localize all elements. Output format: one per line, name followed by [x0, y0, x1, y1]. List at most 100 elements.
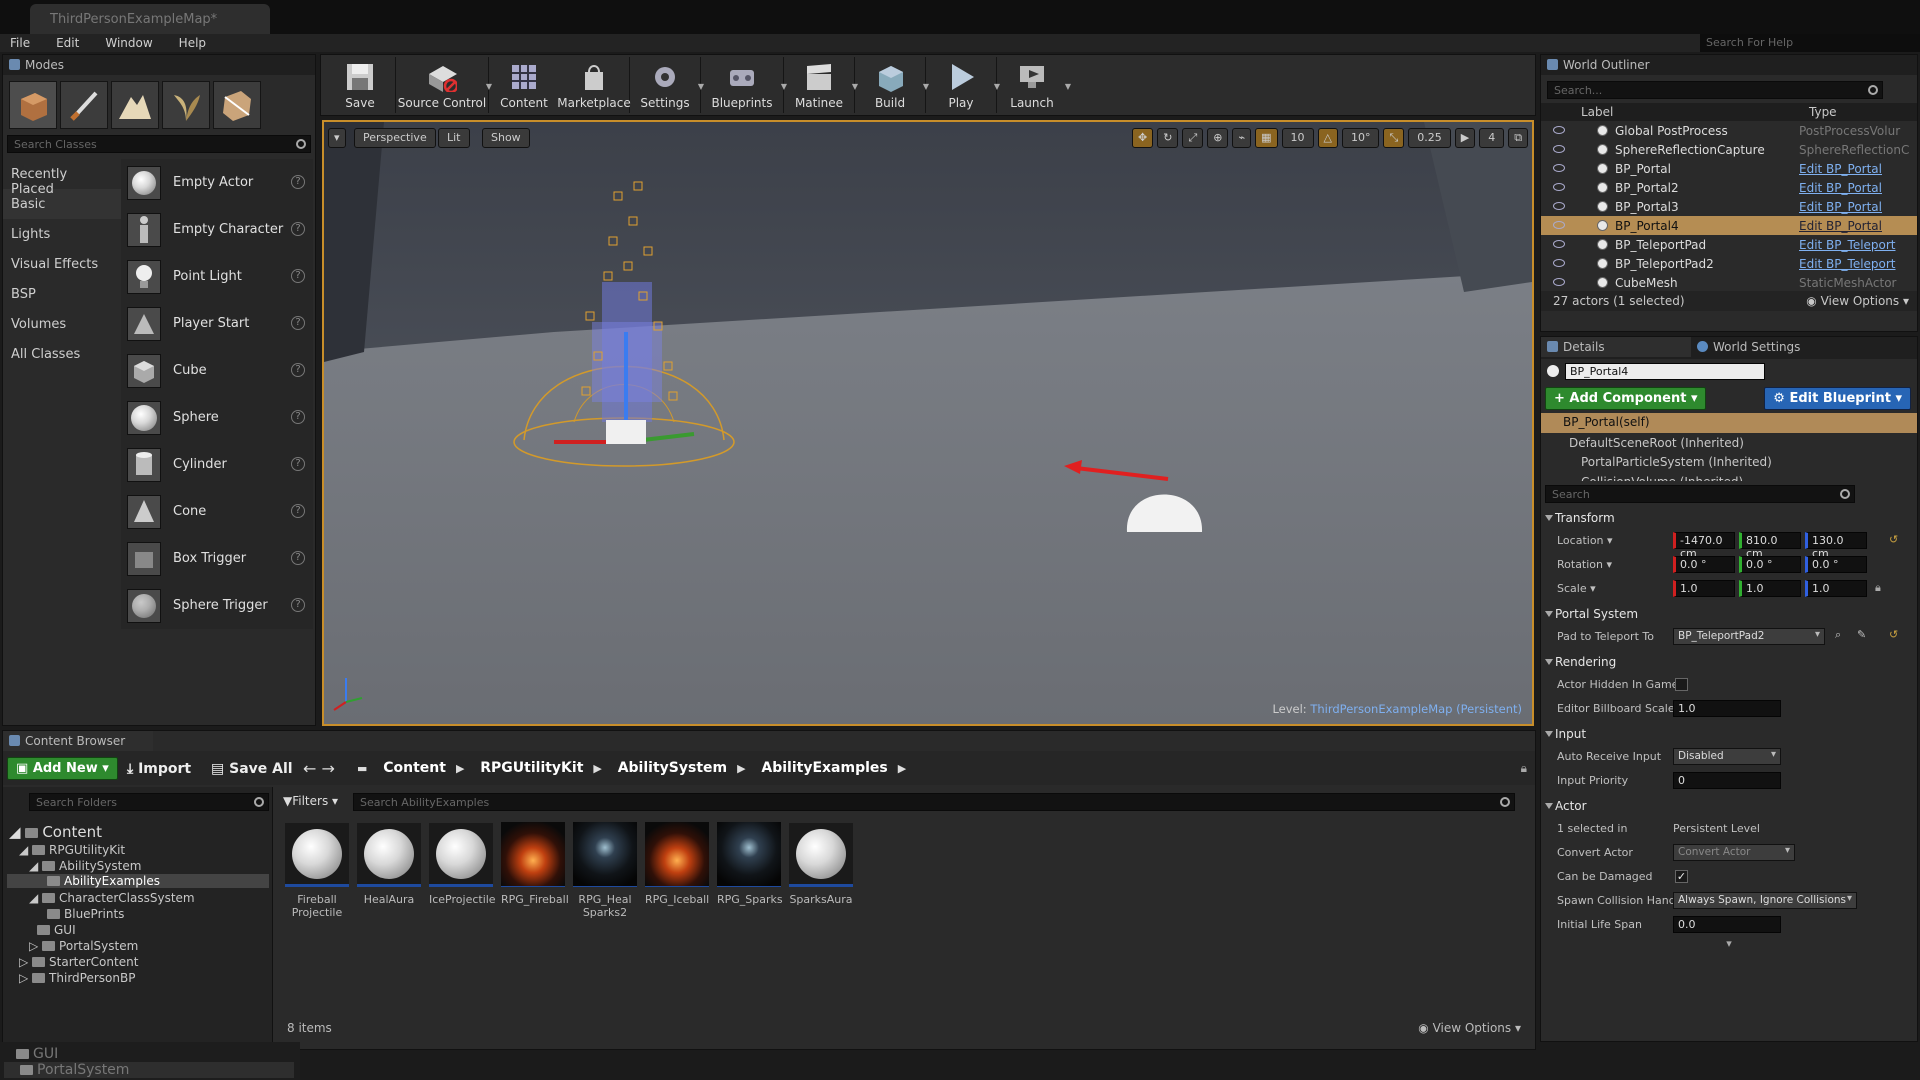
- visibility-eye-icon[interactable]: [1553, 202, 1565, 210]
- outliner-row[interactable]: BP_Portal Edit BP_Portal: [1541, 159, 1917, 178]
- outliner-row[interactable]: BP_TeleportPad Edit BP_Teleport: [1541, 235, 1917, 254]
- edit-blueprint-button[interactable]: ⚙ Edit Blueprint ▾: [1764, 387, 1911, 410]
- scale-y[interactable]: 1.0: [1739, 580, 1801, 597]
- help-icon[interactable]: ?: [291, 457, 305, 471]
- rotation-x[interactable]: 0.0 °: [1673, 556, 1735, 573]
- settings-button[interactable]: Settings ▼: [630, 56, 704, 114]
- outliner-row-type[interactable]: Edit BP_Portal: [1799, 200, 1882, 214]
- tree-rpgutilitykit[interactable]: ◢ RPGUtilityKit: [19, 843, 125, 857]
- filters-button[interactable]: ▼Filters ▾: [283, 794, 338, 808]
- help-icon[interactable]: ?: [291, 410, 305, 424]
- outliner-row[interactable]: BP_Portal3 Edit BP_Portal: [1541, 197, 1917, 216]
- outliner-row-type[interactable]: Edit BP_Portal: [1799, 219, 1882, 233]
- input-priority-field[interactable]: 0: [1673, 772, 1781, 789]
- tree-startercontent[interactable]: ▷ StarterContent: [19, 955, 138, 969]
- category-lights[interactable]: Lights: [3, 219, 121, 249]
- tree-abilitysystem[interactable]: ◢ AbilitySystem: [29, 859, 141, 873]
- content-browser-tab[interactable]: Content Browser: [3, 731, 153, 751]
- convert-actor-dropdown[interactable]: Convert Actor: [1673, 844, 1795, 861]
- rotation-y[interactable]: 0.0 °: [1739, 556, 1801, 573]
- landscape-mode-button[interactable]: [111, 81, 159, 129]
- lit-button[interactable]: Lit: [438, 128, 470, 148]
- visibility-eye-icon[interactable]: [1553, 259, 1565, 267]
- rotation-z[interactable]: 0.0 °: [1805, 556, 1867, 573]
- translate-icon[interactable]: ✥: [1132, 128, 1154, 148]
- window-title-tab[interactable]: ThirdPersonExampleMap*: [30, 4, 270, 34]
- tree-abilityexamples[interactable]: AbilityExamples: [7, 874, 269, 888]
- component-default-scene-root[interactable]: DefaultSceneRoot (Inherited): [1541, 433, 1917, 453]
- auto-receive-input-dropdown[interactable]: Disabled: [1673, 748, 1781, 765]
- camera-speed-icon[interactable]: ▶: [1454, 128, 1476, 148]
- breadcrumb-content[interactable]: Content: [383, 760, 446, 776]
- help-icon[interactable]: ?: [291, 551, 305, 565]
- visibility-eye-icon[interactable]: [1553, 278, 1565, 286]
- actor-section-header[interactable]: Actor: [1541, 795, 1917, 817]
- save-all-button[interactable]: ▤ Save All: [211, 761, 293, 777]
- visibility-eye-icon[interactable]: [1553, 145, 1565, 153]
- scale-snap-value[interactable]: 0.25: [1408, 128, 1451, 148]
- tree-blueprints[interactable]: BluePrints: [47, 907, 124, 921]
- outliner-row-type[interactable]: Edit BP_Teleport: [1799, 257, 1896, 271]
- asset-tile[interactable]: HealAura: [357, 823, 421, 906]
- perspective-button[interactable]: Perspective: [354, 128, 436, 148]
- world-local-icon[interactable]: ⊕: [1207, 128, 1229, 148]
- asset-tile[interactable]: Fireball Projectile: [285, 823, 349, 919]
- launch-button[interactable]: Launch ▼: [997, 56, 1071, 114]
- category-bsp[interactable]: BSP: [3, 279, 121, 309]
- add-component-button[interactable]: + Add Component ▾: [1545, 387, 1707, 410]
- help-icon[interactable]: ?: [291, 269, 305, 283]
- place-item-cube[interactable]: Cube?: [121, 347, 313, 394]
- place-item-cone[interactable]: Cone?: [121, 488, 313, 535]
- tree-characterclasssystem[interactable]: ◢ CharacterClassSystem: [29, 891, 195, 905]
- lock-icon[interactable]: 🔒︎: [1521, 761, 1527, 776]
- rotation-label[interactable]: Rotation ▾: [1557, 558, 1612, 571]
- place-item-sphere-trigger[interactable]: Sphere Trigger?: [121, 582, 313, 629]
- spawn-collision-dropdown[interactable]: Always Spawn, Ignore Collisions: [1673, 892, 1857, 909]
- rendering-section-header[interactable]: Rendering: [1541, 651, 1917, 673]
- back-arrow-icon[interactable]: ←: [303, 759, 316, 778]
- menu-window[interactable]: Window: [105, 34, 152, 52]
- menu-help[interactable]: Help: [179, 34, 206, 52]
- actor-hidden-checkbox[interactable]: [1675, 678, 1688, 691]
- scale-icon[interactable]: ⤢: [1182, 128, 1204, 148]
- level-viewport[interactable]: ▾ Perspective Lit Show ✥ ↻ ⤢ ⊕ ⌁ ▦ 10 △ …: [322, 120, 1534, 726]
- outliner-row[interactable]: SphereReflectionCapture SphereReflectionC: [1541, 140, 1917, 159]
- rotation-snap-icon[interactable]: △: [1317, 128, 1338, 148]
- viewport-options-button[interactable]: ▾: [328, 128, 346, 148]
- bottom-tree-gui[interactable]: GUI: [16, 1046, 58, 1062]
- visibility-eye-icon[interactable]: [1553, 240, 1565, 248]
- outliner-view-options[interactable]: ◉ View Options ▾: [1806, 294, 1909, 308]
- outliner-row[interactable]: BP_Portal4 Edit BP_Portal: [1541, 216, 1917, 235]
- maximize-icon[interactable]: ⧉: [1508, 128, 1529, 148]
- visibility-eye-icon[interactable]: [1553, 126, 1565, 134]
- lock-icon[interactable]: 🔒︎: [1875, 581, 1881, 595]
- geometry-mode-button[interactable]: [213, 81, 261, 129]
- category-all-classes[interactable]: All Classes: [3, 339, 121, 369]
- menu-file[interactable]: File: [10, 34, 30, 52]
- scale-label[interactable]: Scale ▾: [1557, 582, 1596, 595]
- grid-snap-icon[interactable]: ▦: [1255, 128, 1278, 148]
- outliner-row-type[interactable]: Edit BP_Teleport: [1799, 238, 1896, 252]
- surface-snap-icon[interactable]: ⌁: [1232, 128, 1252, 148]
- paint-mode-button[interactable]: [60, 81, 108, 129]
- help-icon[interactable]: ?: [291, 598, 305, 612]
- asset-tile[interactable]: SparksAura: [789, 823, 853, 906]
- place-item-sphere[interactable]: Sphere?: [121, 394, 313, 441]
- reset-arrow-icon[interactable]: ↺: [1889, 628, 1898, 641]
- content-button[interactable]: Content: [489, 56, 559, 114]
- component-collision-volume[interactable]: CollisionVolume (Inherited): [1541, 473, 1917, 481]
- help-icon[interactable]: ?: [291, 316, 305, 330]
- tree-thirdpersonbp[interactable]: ▷ ThirdPersonBP: [19, 971, 135, 985]
- foliage-mode-button[interactable]: [162, 81, 210, 129]
- camera-speed-value[interactable]: 4: [1479, 128, 1505, 148]
- breadcrumb-abilitysystem[interactable]: AbilitySystem: [618, 760, 727, 776]
- place-mode-button[interactable]: [9, 81, 57, 129]
- place-item-cylinder[interactable]: Cylinder?: [121, 441, 313, 488]
- help-icon[interactable]: ?: [291, 363, 305, 377]
- visibility-eye-icon[interactable]: [1553, 164, 1565, 172]
- play-button[interactable]: Play ▼: [926, 56, 1000, 114]
- input-section-header[interactable]: Input: [1541, 723, 1917, 745]
- breadcrumb-separator[interactable]: ▶: [593, 762, 601, 775]
- outliner-row[interactable]: Global PostProcess PostProcessVolur: [1541, 121, 1917, 140]
- category-volumes[interactable]: Volumes: [3, 309, 121, 339]
